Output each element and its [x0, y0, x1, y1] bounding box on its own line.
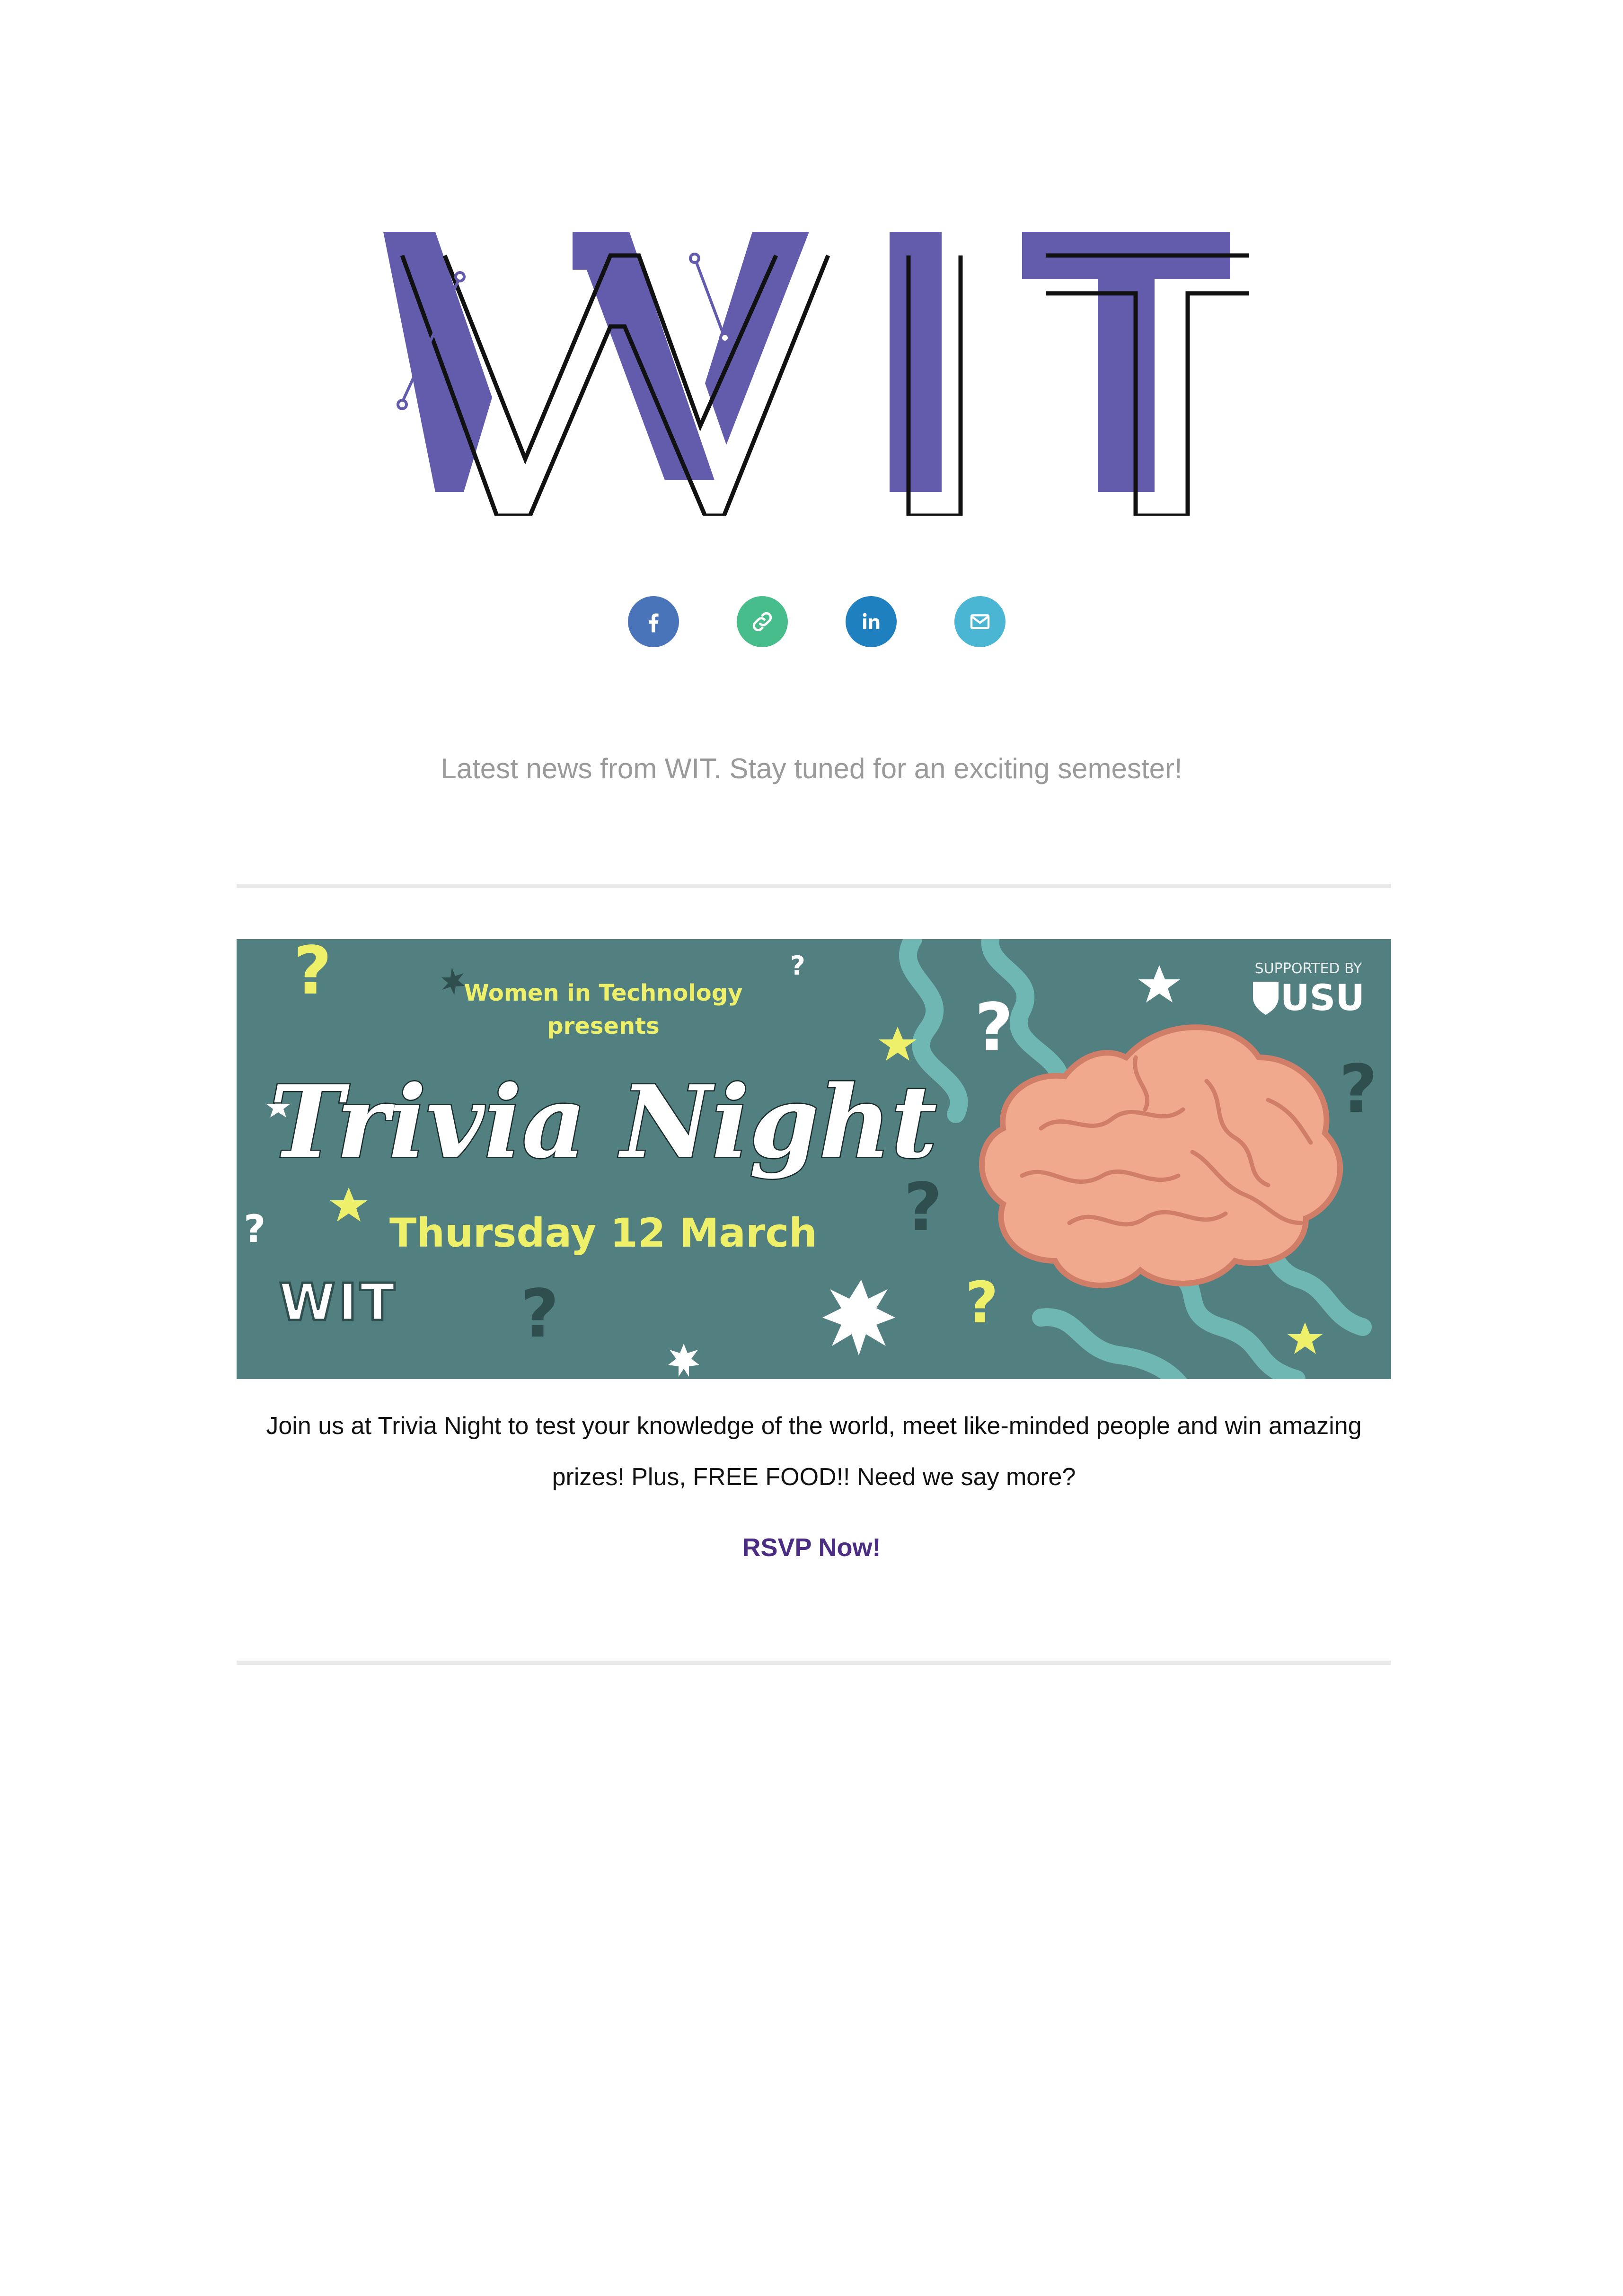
svg-text:?: ? [244, 1207, 265, 1251]
banner-presenter: Women in Technology [464, 980, 743, 1006]
wit-logo [383, 232, 1249, 516]
svg-text:?: ? [790, 950, 805, 981]
banner-title: Trivia Night [270, 1064, 937, 1180]
linkedin-icon [863, 613, 880, 629]
copy-link-button[interactable] [737, 596, 788, 647]
facebook-icon [649, 613, 659, 633]
facebook-button[interactable] [628, 596, 679, 647]
banner-date: Thursday 12 March [389, 1210, 817, 1256]
svg-text:?: ? [965, 1270, 998, 1336]
divider [237, 884, 1391, 888]
svg-text:?: ? [904, 1169, 942, 1246]
event-description: Join us at Trivia Night to test your kno… [266, 1412, 1362, 1491]
svg-text:?: ? [293, 939, 332, 1010]
svg-text:?: ? [520, 1276, 559, 1353]
tagline: Latest news from WIT. Stay tuned for an … [441, 753, 1182, 784]
supported-by-label: SUPPORTED BY [1255, 960, 1362, 977]
svg-text:?: ? [975, 989, 1013, 1066]
link-icon [752, 612, 772, 632]
logo-fill [383, 232, 1230, 492]
banner-presents: presents [547, 1013, 659, 1039]
email-icon [970, 614, 990, 629]
trivia-night-banner: ? ? ? ? ? ? ? ? Women in Technology pres… [237, 939, 1391, 1379]
sponsor-logo: USU [1280, 976, 1365, 1019]
rsvp-link[interactable]: RSVP Now! [0, 1533, 1623, 1562]
divider [237, 1661, 1391, 1665]
svg-text:?: ? [1339, 1051, 1377, 1128]
linkedin-button[interactable] [846, 596, 897, 647]
email-button[interactable] [954, 596, 1006, 647]
banner-wit-logo: WIT [279, 1273, 398, 1332]
